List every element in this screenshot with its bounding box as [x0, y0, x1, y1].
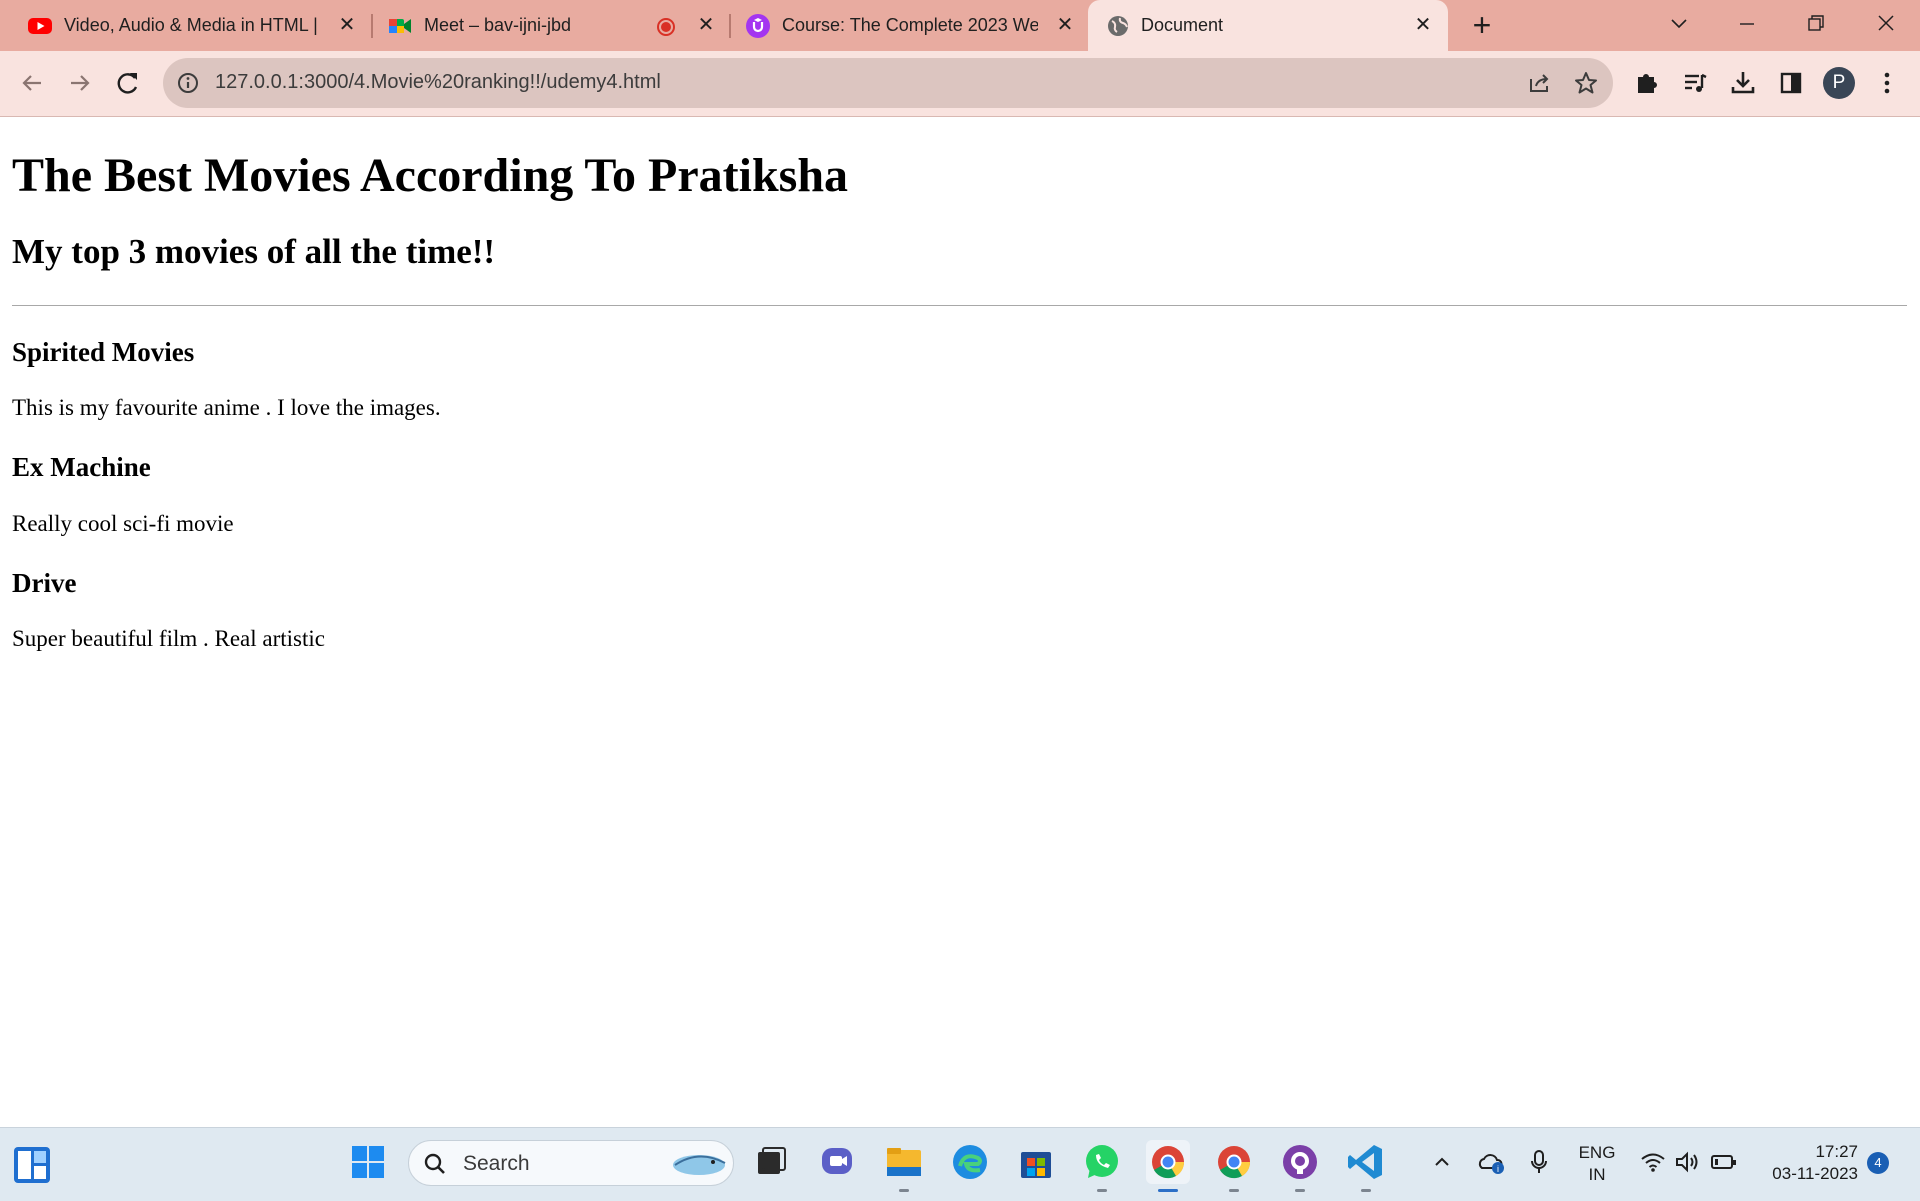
wifi-icon[interactable]	[1640, 1150, 1666, 1174]
search-placeholder: Search	[463, 1152, 530, 1175]
task-view-icon[interactable]	[750, 1140, 794, 1184]
site-info-icon[interactable]	[177, 72, 199, 94]
running-indicator	[899, 1189, 909, 1192]
microsoft-store-icon[interactable]	[1014, 1140, 1058, 1184]
region-text: IN	[1588, 1165, 1606, 1184]
whatsapp-icon[interactable]	[1080, 1140, 1124, 1192]
close-tab-icon[interactable]: ✕	[694, 13, 718, 37]
search-icon	[424, 1153, 445, 1174]
onedrive-icon[interactable]: i	[1476, 1148, 1506, 1176]
bookmark-star-icon[interactable]	[1573, 70, 1599, 96]
movie-title: Spirited Movies	[12, 337, 195, 367]
running-indicator	[1229, 1189, 1239, 1192]
tab-udemy[interactable]: Course: The Complete 2023 Web ✕	[720, 0, 1088, 51]
tab-strip: Video, Audio & Media in HTML | ✕ Meet – …	[0, 0, 1920, 51]
teams-chat-icon[interactable]	[816, 1140, 860, 1184]
close-window-icon[interactable]	[1866, 8, 1906, 40]
movie-description: This is my favourite anime . I love the …	[12, 395, 441, 420]
tab-meet[interactable]: Meet – bav-ijni-jbd ✕	[362, 0, 720, 51]
tab-document[interactable]: Document ✕	[1088, 0, 1448, 51]
show-hidden-icons-chevron-icon[interactable]	[1430, 1150, 1454, 1174]
date-text: 03-11-2023	[1772, 1164, 1858, 1183]
language-text: ENG	[1578, 1143, 1616, 1162]
extensions-icon[interactable]	[1629, 65, 1665, 101]
battery-icon[interactable]	[1710, 1152, 1738, 1172]
download-icon[interactable]	[1725, 65, 1761, 101]
close-tab-icon[interactable]: ✕	[1053, 13, 1077, 37]
recording-icon	[657, 18, 675, 36]
svg-text:i: i	[1497, 1164, 1499, 1174]
page-title: The Best Movies According To Pratiksha	[12, 149, 849, 202]
movie-description: Super beautiful film . Real artistic	[12, 626, 325, 651]
edge-icon[interactable]	[948, 1140, 992, 1184]
udemy-icon	[746, 14, 770, 38]
address-bar[interactable]: 127.0.0.1:3000/4.Movie%20ranking!!/udemy…	[163, 58, 1613, 108]
back-icon[interactable]	[14, 65, 50, 101]
new-tab-button[interactable]: +	[1466, 9, 1498, 42]
movie-title: Drive	[12, 568, 77, 598]
tab-youtube[interactable]: Video, Audio & Media in HTML | ✕	[0, 0, 362, 51]
movie-title: Ex Machine	[12, 452, 151, 482]
tab-title: Document	[1141, 15, 1224, 35]
running-indicator	[1097, 1189, 1107, 1192]
reload-icon[interactable]	[110, 65, 146, 101]
tab-title: Meet – bav-ijni-jbd	[424, 15, 572, 35]
media-controls-icon[interactable]	[1677, 65, 1713, 101]
close-tab-icon[interactable]: ✕	[335, 13, 359, 37]
search-highlight-icon	[673, 1155, 726, 1175]
taskbar: Search i ENG IN 17:27 03-11-2023 4	[0, 1127, 1920, 1201]
close-tab-icon[interactable]: ✕	[1411, 13, 1435, 37]
github-desktop-icon[interactable]	[1278, 1140, 1322, 1192]
input-language[interactable]: ENG IN	[1572, 1142, 1622, 1186]
notification-badge[interactable]: 4	[1867, 1152, 1889, 1174]
google-meet-icon	[389, 19, 411, 33]
tab-title: Course: The Complete 2023 Web	[782, 15, 1038, 35]
start-windows-icon[interactable]	[346, 1140, 390, 1184]
page-content: The Best Movies According To Pratiksha M…	[0, 117, 1920, 1127]
time-text: 17:27	[1815, 1142, 1858, 1161]
file-explorer-icon[interactable]	[882, 1140, 926, 1192]
widgets-icon[interactable]	[12, 1145, 52, 1185]
divider	[12, 305, 1907, 306]
taskbar-search[interactable]: Search	[408, 1140, 734, 1186]
running-indicator	[1295, 1189, 1305, 1192]
restore-icon[interactable]	[1796, 8, 1836, 40]
chrome-icon-active[interactable]	[1146, 1140, 1190, 1192]
vscode-icon[interactable]	[1344, 1140, 1388, 1192]
side-panel-icon[interactable]	[1773, 65, 1809, 101]
volume-icon[interactable]	[1674, 1150, 1700, 1174]
more-menu-icon[interactable]	[1869, 65, 1905, 101]
browser-toolbar: 127.0.0.1:3000/4.Movie%20ranking!!/udemy…	[0, 51, 1920, 117]
globe-icon	[1108, 16, 1128, 36]
tab-title: Video, Audio & Media in HTML |	[64, 15, 318, 35]
minimize-icon[interactable]	[1727, 8, 1767, 40]
chrome-icon[interactable]	[1212, 1140, 1256, 1192]
forward-icon[interactable]	[62, 65, 98, 101]
profile-avatar[interactable]: P	[1823, 67, 1855, 99]
movie-description: Really cool sci-fi movie	[12, 511, 234, 536]
active-indicator	[1158, 1189, 1178, 1192]
share-icon[interactable]	[1526, 70, 1552, 96]
microphone-icon[interactable]	[1528, 1148, 1550, 1176]
url-text[interactable]: 127.0.0.1:3000/4.Movie%20ranking!!/udemy…	[215, 71, 661, 94]
youtube-icon	[28, 18, 52, 34]
clock[interactable]: 17:27 03-11-2023	[1754, 1141, 1858, 1185]
running-indicator	[1361, 1189, 1371, 1192]
tab-search-chevron-icon[interactable]	[1659, 8, 1699, 40]
page-subtitle: My top 3 movies of all the time!!	[12, 232, 496, 271]
